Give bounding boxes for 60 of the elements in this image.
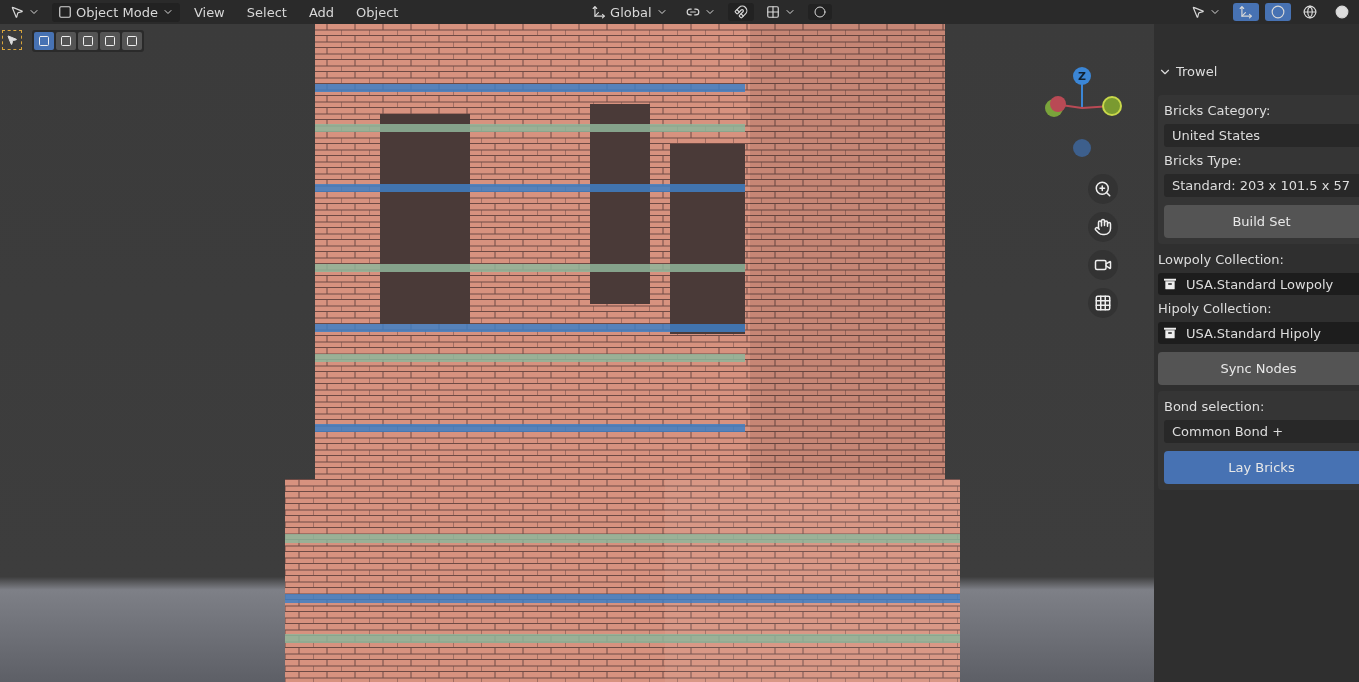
axis-gizmo-drawing: Z xyxy=(1040,66,1124,166)
pan-button[interactable] xyxy=(1088,212,1118,242)
lay-bricks-button[interactable]: Lay Bricks xyxy=(1164,451,1359,484)
ortho-button[interactable] xyxy=(1088,288,1118,318)
panel-title[interactable]: Trowel xyxy=(1176,64,1218,79)
globe-icon xyxy=(1303,5,1317,19)
grid-icon xyxy=(1094,294,1112,312)
panel-button[interactable]: Sync Nodes xyxy=(1158,352,1359,385)
dropdown[interactable]: Standard: 203 x 101.5 x 57 xyxy=(1164,174,1359,197)
square-icon xyxy=(126,35,138,47)
mode-dropdown[interactable]: Object Mode xyxy=(52,2,180,22)
overlay-toggle-button[interactable] xyxy=(1265,3,1291,21)
dropdown[interactable]: Common Bond + xyxy=(1164,420,1359,443)
gizmo-toggle-button[interactable] xyxy=(1233,3,1259,21)
square-icon xyxy=(58,5,72,19)
field-label: Bricks Category: xyxy=(1164,102,1272,120)
panel-button[interactable]: Build Set xyxy=(1164,205,1359,238)
collection-field[interactable]: USA.Standard Lowpoly xyxy=(1158,273,1359,295)
square-icon xyxy=(104,35,116,47)
hand-icon xyxy=(1094,218,1112,236)
sphere-icon xyxy=(1335,5,1349,19)
zoom-icon xyxy=(1094,180,1112,198)
cursor-icon xyxy=(6,34,18,46)
camera-button[interactable] xyxy=(1088,250,1118,280)
select-tool-button[interactable] xyxy=(2,30,22,50)
zoom-button[interactable] xyxy=(1088,174,1118,204)
collection-field[interactable]: USA.Standard Hipoly xyxy=(1158,322,1359,344)
selection-mode-button[interactable] xyxy=(34,32,54,50)
field-label: Hipoly Collection: xyxy=(1158,300,1273,318)
circle-icon xyxy=(813,6,826,18)
link-icon xyxy=(685,5,700,19)
collection-name: USA.Standard Hipoly xyxy=(1186,325,1321,341)
cursor-icon xyxy=(10,5,24,19)
dropdown[interactable]: United States xyxy=(1164,124,1359,147)
archive-icon xyxy=(1162,325,1178,341)
magnet-icon xyxy=(733,5,748,19)
selection-mode-button[interactable] xyxy=(122,32,142,50)
archive-icon xyxy=(1162,276,1178,292)
circle-icon xyxy=(1271,5,1285,19)
proportional-edit-button[interactable] xyxy=(807,4,832,20)
axes-icon xyxy=(592,5,607,19)
selection-mode-button[interactable] xyxy=(78,32,98,50)
grid-icon xyxy=(765,5,780,19)
selection-mode-button[interactable] xyxy=(56,32,76,50)
orientation-dropdown[interactable]: Global xyxy=(586,2,674,22)
square-icon xyxy=(38,35,50,47)
axes-icon xyxy=(1239,5,1253,19)
collection-name: USA.Standard Lowpoly xyxy=(1186,276,1334,292)
square-icon xyxy=(60,35,72,47)
menu-item[interactable]: Add xyxy=(300,2,343,22)
menu-item[interactable]: Object xyxy=(348,2,407,22)
field-label: Bricks Type: xyxy=(1164,152,1243,170)
field-label: Bond selection: xyxy=(1164,398,1266,416)
field-label: Lowpoly Collection: xyxy=(1158,251,1285,269)
menu-item[interactable]: Select xyxy=(238,2,295,22)
selection-mode-button[interactable] xyxy=(100,32,120,50)
cursor-icon xyxy=(1191,5,1205,19)
snap-button[interactable] xyxy=(727,3,754,21)
square-icon xyxy=(82,35,94,47)
menu-item[interactable]: View xyxy=(185,2,233,22)
